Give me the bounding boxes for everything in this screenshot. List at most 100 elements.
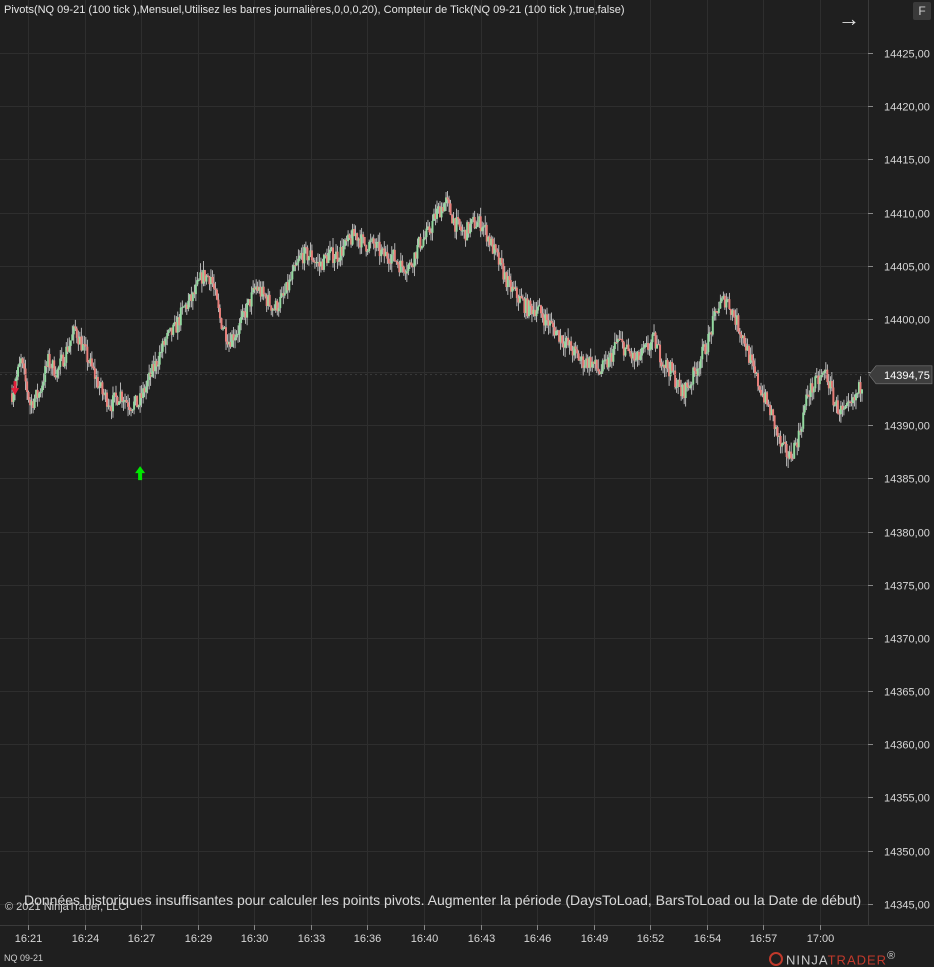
candle-body xyxy=(603,360,606,362)
candle-body xyxy=(279,296,282,309)
candle xyxy=(363,236,366,247)
candle-body xyxy=(546,314,549,321)
candle-body xyxy=(725,299,728,308)
candle xyxy=(56,368,59,382)
candle-body xyxy=(830,380,833,388)
candle-body xyxy=(262,286,265,295)
candle xyxy=(375,238,378,252)
candle-body xyxy=(333,258,336,264)
candle-body xyxy=(179,307,182,326)
candle-body xyxy=(651,334,654,343)
candle-body xyxy=(264,294,267,297)
candle-body xyxy=(57,367,60,370)
candle-body xyxy=(728,299,731,310)
candle-body xyxy=(659,344,662,363)
candle-body xyxy=(639,355,642,360)
candle-body xyxy=(854,393,857,401)
candle-body xyxy=(363,236,366,246)
candle-body xyxy=(564,341,567,348)
candle-body xyxy=(410,262,413,266)
candle-body xyxy=(336,251,339,262)
candle-body xyxy=(44,365,47,382)
price-tick-label: 14385,00 xyxy=(884,474,930,486)
candle-body xyxy=(750,354,753,361)
candle-body xyxy=(802,412,805,429)
candle-body xyxy=(164,338,167,345)
time-tick-label: 16:57 xyxy=(750,933,778,945)
candle-body xyxy=(805,394,808,406)
candle xyxy=(136,395,139,408)
candle-body xyxy=(642,347,645,349)
candle-body xyxy=(420,246,423,249)
candle-body xyxy=(23,363,26,369)
candle-body xyxy=(595,359,598,369)
candle-body xyxy=(328,249,331,254)
candle-body xyxy=(38,393,41,398)
price-chart[interactable]: 14345,00 14350,00 14355,00 14360,00 14365,00… xyxy=(0,0,934,967)
candle xyxy=(402,265,405,276)
candle-body xyxy=(310,250,313,261)
candle-body xyxy=(122,401,125,403)
price-tick-label: 14360,00 xyxy=(884,740,930,752)
candle-body xyxy=(842,408,845,410)
candle-body xyxy=(295,262,298,266)
candle xyxy=(306,245,309,265)
candle-body xyxy=(362,234,365,237)
candle-body xyxy=(752,360,755,367)
candle-body xyxy=(785,444,788,457)
candle-body xyxy=(71,334,74,341)
candle-body xyxy=(675,386,678,388)
price-tick-label: 14370,00 xyxy=(884,634,930,646)
candle xyxy=(776,425,779,446)
arrow-right-icon[interactable]: → xyxy=(838,8,862,31)
candle-body xyxy=(826,369,829,383)
candle-body xyxy=(160,351,163,353)
candle-body xyxy=(536,306,539,311)
candle-body xyxy=(696,368,699,376)
candle xyxy=(732,308,735,318)
price-tick-label: 14425,00 xyxy=(884,49,930,61)
candle xyxy=(520,288,523,299)
candle-body xyxy=(218,308,221,319)
candle xyxy=(570,336,573,351)
candle-body xyxy=(601,360,604,372)
candle-body xyxy=(844,406,847,409)
candle-body xyxy=(473,216,476,229)
candle-body xyxy=(18,363,21,367)
time-tick-label: 16:40 xyxy=(411,933,439,945)
candle-body xyxy=(294,265,297,267)
candle-body xyxy=(793,442,796,459)
candle-body xyxy=(220,318,223,329)
candle-body xyxy=(832,387,835,406)
candle-body xyxy=(167,330,170,333)
candle-body xyxy=(407,264,410,272)
candle xyxy=(836,394,839,415)
candle-body xyxy=(84,344,87,347)
price-tick-label: 14405,00 xyxy=(884,262,930,274)
candle-body xyxy=(42,381,45,386)
candle-body xyxy=(818,377,821,385)
candle-body xyxy=(390,254,393,264)
candle-body xyxy=(380,249,383,257)
candle-body xyxy=(59,358,62,368)
candle-body xyxy=(431,220,434,233)
candle xyxy=(564,332,567,358)
candle-body xyxy=(366,251,369,253)
candle xyxy=(297,249,300,271)
candle-body xyxy=(387,258,390,264)
candle-body xyxy=(753,366,756,374)
candle xyxy=(589,348,592,372)
candle xyxy=(172,322,175,337)
candle xyxy=(142,381,145,404)
candle-body xyxy=(268,294,271,306)
candle-body xyxy=(666,360,669,369)
time-tick-label: 16:52 xyxy=(637,933,665,945)
ninjatrader-logo-icon xyxy=(769,952,783,967)
candle-body xyxy=(570,341,573,351)
f-button[interactable]: F xyxy=(913,2,931,20)
candle-body xyxy=(225,327,228,342)
candle-body xyxy=(561,335,564,344)
candle-body xyxy=(820,374,823,378)
candle-body xyxy=(12,392,15,402)
candle-body xyxy=(92,366,95,369)
